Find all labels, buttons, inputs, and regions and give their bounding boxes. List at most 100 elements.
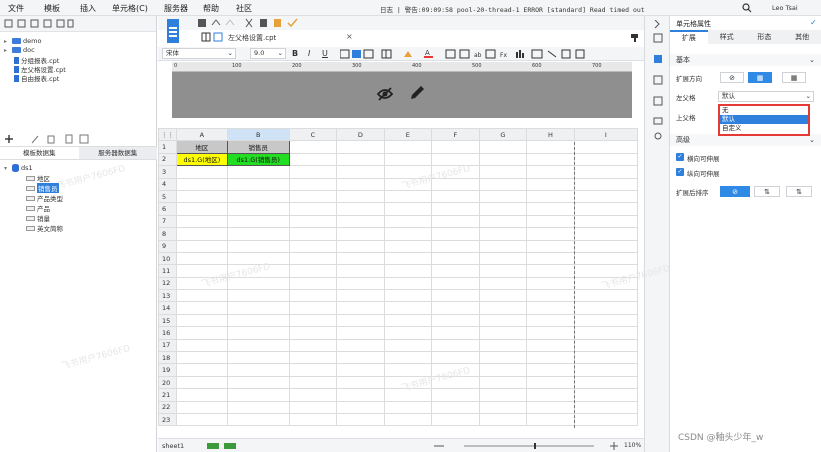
- cell[interactable]: [383, 351, 433, 365]
- cell[interactable]: [383, 313, 433, 328]
- cell[interactable]: [431, 375, 480, 390]
- cell[interactable]: [226, 326, 290, 340]
- bold-icon[interactable]: B: [292, 49, 298, 58]
- menu-template[interactable]: 模板: [44, 3, 60, 14]
- column-header[interactable]: H: [526, 127, 575, 142]
- cell[interactable]: [288, 227, 338, 241]
- cell[interactable]: [288, 140, 338, 154]
- cell[interactable]: [383, 140, 433, 154]
- cell[interactable]: [226, 363, 290, 377]
- cell-b2[interactable]: ds1.G(销售员): [226, 152, 290, 167]
- cell[interactable]: [573, 351, 639, 365]
- cell[interactable]: [573, 338, 639, 353]
- row-header[interactable]: 10: [158, 251, 177, 266]
- cell[interactable]: [526, 202, 575, 216]
- cell[interactable]: [226, 276, 290, 291]
- cell[interactable]: [431, 351, 480, 365]
- column-header[interactable]: F: [431, 127, 480, 142]
- cell[interactable]: [175, 264, 228, 278]
- format-toolbar-icons[interactable]: A ab Fx: [340, 49, 640, 59]
- dropdown-option-none[interactable]: 无: [720, 106, 808, 115]
- cell[interactable]: [288, 388, 338, 402]
- close-icon[interactable]: ×: [346, 32, 353, 41]
- cell[interactable]: [526, 400, 575, 415]
- column-header-selected[interactable]: B: [226, 127, 290, 142]
- hide-eye-icon[interactable]: [376, 86, 394, 102]
- cell[interactable]: [526, 412, 575, 427]
- cell[interactable]: [175, 276, 228, 291]
- tab-other[interactable]: 其他: [783, 30, 821, 44]
- cell-b1[interactable]: 销售员: [226, 140, 290, 154]
- cell[interactable]: [526, 351, 575, 365]
- cell[interactable]: [288, 412, 338, 427]
- row-header[interactable]: 12: [158, 276, 177, 291]
- cell[interactable]: [478, 326, 528, 340]
- select-all-corner[interactable]: ⋮⋮: [158, 127, 177, 142]
- font-size-select[interactable]: 9.0 ⌄: [250, 48, 286, 59]
- row-header[interactable]: 18: [158, 351, 177, 365]
- cell[interactable]: [573, 140, 639, 154]
- cell[interactable]: [573, 313, 639, 328]
- cell[interactable]: [288, 313, 338, 328]
- cell[interactable]: [175, 326, 228, 340]
- cell[interactable]: [336, 251, 385, 266]
- vertical-expand-checkbox[interactable]: ✓: [676, 168, 684, 176]
- cell[interactable]: [288, 239, 338, 253]
- cell[interactable]: [478, 239, 528, 253]
- left-parent-select[interactable]: 默认 ⌄: [718, 91, 814, 102]
- cell[interactable]: [478, 351, 528, 365]
- cell[interactable]: [478, 202, 528, 216]
- cell[interactable]: [336, 400, 385, 415]
- cell[interactable]: [226, 351, 290, 365]
- cell[interactable]: [573, 264, 639, 278]
- cell[interactable]: [336, 289, 385, 303]
- cell[interactable]: [226, 301, 290, 315]
- cell[interactable]: [175, 388, 228, 402]
- check-icon[interactable]: ✓: [810, 18, 817, 27]
- column-header[interactable]: I: [573, 127, 639, 142]
- cell[interactable]: [478, 165, 528, 179]
- cell[interactable]: [478, 227, 528, 241]
- cell[interactable]: [431, 251, 480, 266]
- row-header[interactable]: 8: [158, 227, 177, 241]
- cell[interactable]: [478, 276, 528, 291]
- cell[interactable]: [478, 338, 528, 353]
- section-basic[interactable]: 基本 ⌄: [670, 54, 821, 66]
- cell[interactable]: [431, 412, 480, 427]
- cell[interactable]: [383, 276, 433, 291]
- cell[interactable]: [288, 202, 338, 216]
- cell[interactable]: [526, 214, 575, 229]
- cell[interactable]: [175, 214, 228, 229]
- tab-server-dataset[interactable]: 服务器数据集: [78, 147, 157, 159]
- cell[interactable]: [383, 202, 433, 216]
- cell[interactable]: [431, 326, 480, 340]
- cell[interactable]: [288, 363, 338, 377]
- cell[interactable]: [526, 289, 575, 303]
- cell[interactable]: [573, 301, 639, 315]
- dropdown-option-custom[interactable]: 自定义: [720, 124, 808, 133]
- row-header[interactable]: 14: [158, 301, 177, 315]
- column-header[interactable]: E: [383, 127, 433, 142]
- cell[interactable]: [478, 412, 528, 427]
- row-header[interactable]: 22: [158, 400, 177, 415]
- column-header[interactable]: D: [336, 127, 385, 142]
- cell[interactable]: [573, 177, 639, 191]
- cell[interactable]: [478, 375, 528, 390]
- cell[interactable]: [478, 363, 528, 377]
- cell[interactable]: [288, 214, 338, 229]
- cell[interactable]: [431, 400, 480, 415]
- cell[interactable]: [431, 338, 480, 353]
- cell[interactable]: [478, 388, 528, 402]
- cell[interactable]: [526, 388, 575, 402]
- cell[interactable]: [431, 276, 480, 291]
- tab-template-dataset[interactable]: 模板数据集: [0, 147, 79, 159]
- cell[interactable]: [288, 264, 338, 278]
- cell[interactable]: [226, 227, 290, 241]
- cell[interactable]: [431, 313, 480, 328]
- cell[interactable]: [431, 152, 480, 167]
- cell[interactable]: [478, 251, 528, 266]
- cell[interactable]: [226, 338, 290, 353]
- cell[interactable]: [336, 301, 385, 315]
- cell[interactable]: [383, 388, 433, 402]
- cell[interactable]: [226, 165, 290, 179]
